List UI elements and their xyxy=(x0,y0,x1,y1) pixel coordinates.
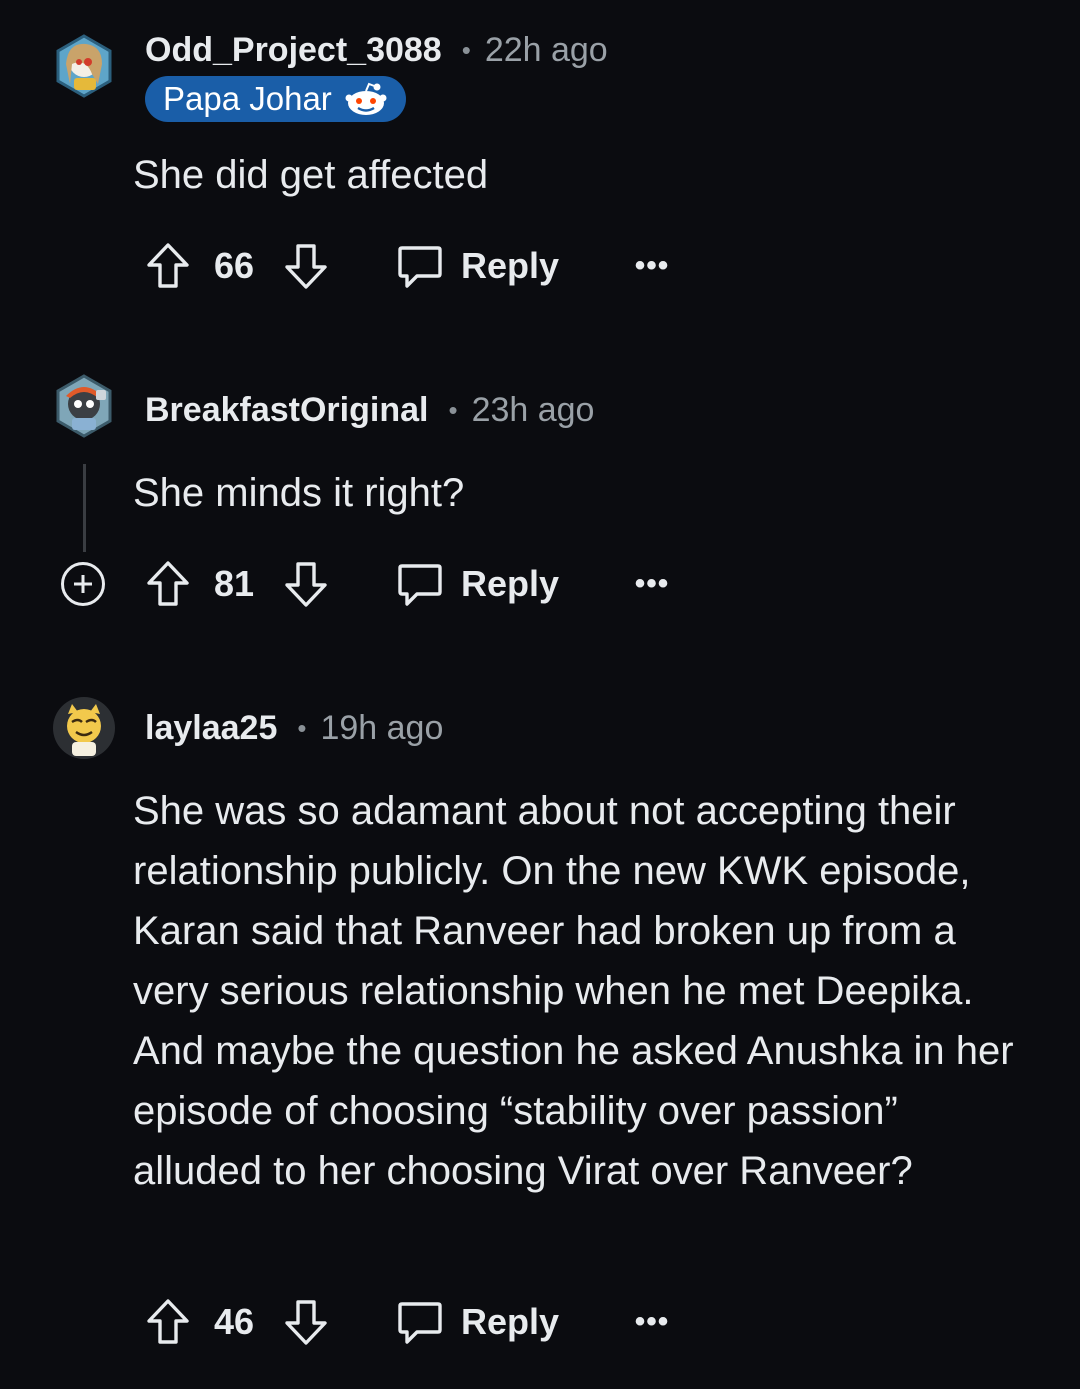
arrow-down-outline-icon xyxy=(285,562,327,607)
username[interactable]: Odd_Project_3088 xyxy=(145,31,442,70)
timestamp: 22h ago xyxy=(484,30,608,69)
speech-bubble-icon xyxy=(398,1302,442,1344)
ellipsis-icon: ••• xyxy=(634,249,670,282)
ellipsis-icon: ••• xyxy=(634,1305,670,1338)
user-flair: Papa Johar xyxy=(145,76,406,122)
vote-count-wrap: 66 xyxy=(214,236,254,296)
comment-meta: laylaa25 • 19h ago xyxy=(145,706,443,750)
more-options-button[interactable]: ••• xyxy=(628,554,676,614)
vote-count: 46 xyxy=(214,1301,255,1342)
arrow-up-outline-icon xyxy=(147,1299,189,1344)
speech-bubble-icon xyxy=(398,564,442,606)
reply-label: Reply xyxy=(461,245,560,286)
flair-label: Papa Johar xyxy=(163,80,332,117)
action-bar: 81 Reply ••• xyxy=(0,554,1080,614)
vote-count: 81 xyxy=(214,563,255,604)
action-bar: 46 Reply ••• xyxy=(0,1292,1080,1352)
separator-dot: • xyxy=(297,712,307,743)
separator-dot: • xyxy=(461,34,471,65)
username[interactable]: BreakfastOriginal xyxy=(145,391,428,430)
avatar[interactable] xyxy=(52,374,116,438)
vote-count: 66 xyxy=(214,245,255,286)
reply-button[interactable]: Reply xyxy=(397,554,559,614)
comment-meta: Odd_Project_3088 • 22h ago xyxy=(145,28,608,72)
timestamp: 19h ago xyxy=(320,708,444,747)
arrow-down-outline-icon xyxy=(285,1300,327,1345)
arrow-up-outline-icon xyxy=(147,243,189,288)
upvote-button[interactable] xyxy=(145,1292,191,1352)
vote-count-wrap: 81 xyxy=(214,554,254,614)
arrow-up-outline-icon xyxy=(147,561,189,606)
reply-button[interactable]: Reply xyxy=(397,1292,559,1352)
vote-count-wrap: 46 xyxy=(214,1292,254,1352)
arrow-down-outline-icon xyxy=(285,244,327,289)
reddit-snoo-icon xyxy=(345,82,387,115)
downvote-button[interactable] xyxy=(283,1292,329,1352)
avatar[interactable] xyxy=(52,34,116,98)
ellipsis-icon: ••• xyxy=(634,567,670,600)
upvote-button[interactable] xyxy=(145,236,191,296)
action-bar: 66 Reply ••• xyxy=(0,236,1080,296)
downvote-button[interactable] xyxy=(283,554,329,614)
reply-button[interactable]: Reply xyxy=(397,236,559,296)
username[interactable]: laylaa25 xyxy=(145,709,277,748)
more-options-button[interactable]: ••• xyxy=(628,1292,676,1352)
comment-body: She minds it right? xyxy=(133,471,465,515)
separator-dot: • xyxy=(448,394,458,425)
thread-line[interactable] xyxy=(83,464,86,552)
speech-bubble-icon xyxy=(398,246,442,288)
upvote-button[interactable] xyxy=(145,554,191,614)
comment-body: She was so adamant about not accepting t… xyxy=(133,789,1014,1193)
avatar[interactable] xyxy=(52,696,116,760)
comment-meta: BreakfastOriginal • 23h ago xyxy=(145,388,594,432)
more-options-button[interactable]: ••• xyxy=(628,236,676,296)
timestamp: 23h ago xyxy=(471,390,595,429)
downvote-button[interactable] xyxy=(283,236,329,296)
reply-label: Reply xyxy=(461,1301,560,1342)
reply-label: Reply xyxy=(461,563,560,604)
comment-body: She did get affected xyxy=(133,153,489,197)
